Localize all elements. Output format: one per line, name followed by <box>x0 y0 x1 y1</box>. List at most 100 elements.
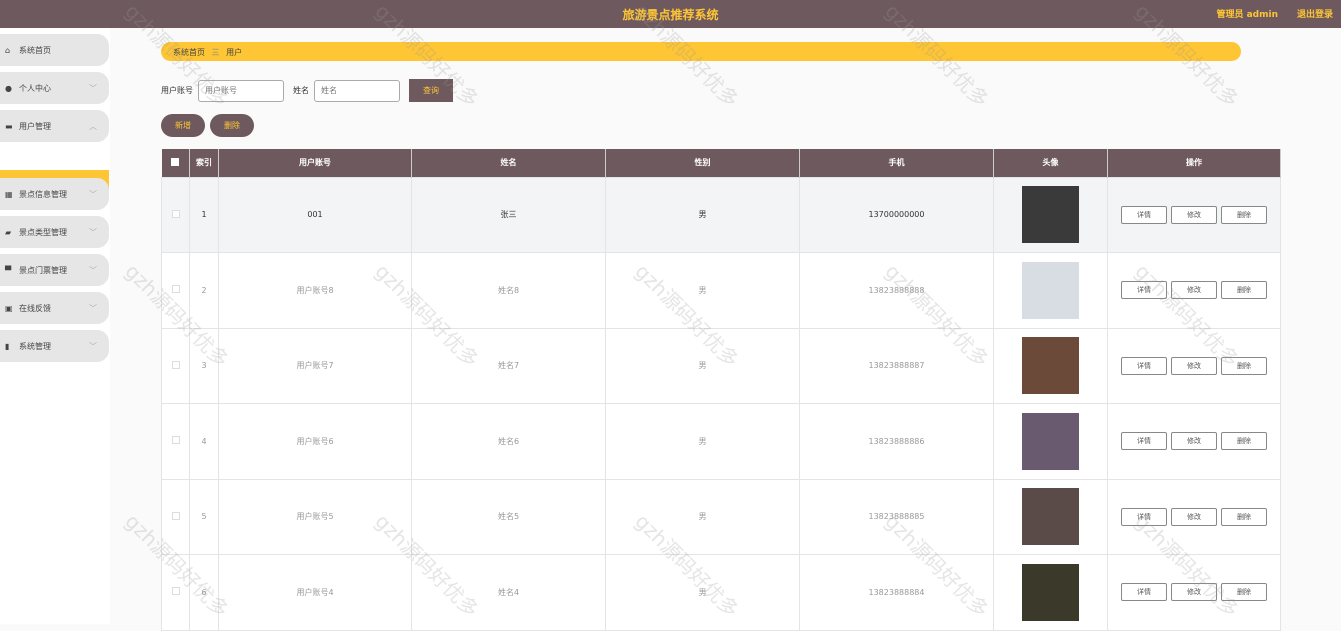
row-checkbox[interactable] <box>161 403 190 480</box>
ticket-icon: ▀ <box>5 265 12 275</box>
edit-button[interactable]: 修改 <box>1171 507 1217 526</box>
avatar[interactable] <box>1022 337 1079 395</box>
detail-button[interactable]: 详情 <box>1121 507 1167 526</box>
sidebar-item-5[interactable]: ▀ 景点门票管理 ﹀ <box>0 254 109 286</box>
cell-actions: 详情 修改 删除 <box>1107 554 1281 631</box>
cell-gender: 男 <box>605 554 800 631</box>
edit-button[interactable]: 修改 <box>1171 205 1217 224</box>
delete-button[interactable]: 删除 <box>1221 583 1267 602</box>
cell-index: 5 <box>189 478 219 555</box>
app-title: 旅游景点推荐系统 <box>622 8 719 22</box>
sidebar-item-3[interactable]: ▦ 景点信息管理 ﹀ <box>0 178 109 210</box>
breadcrumb-separator: 三 <box>211 48 220 57</box>
cell-gender: 男 <box>605 403 800 480</box>
edit-button[interactable]: 修改 <box>1171 432 1217 451</box>
avatar[interactable] <box>1022 412 1079 470</box>
cell-gender: 男 <box>605 327 800 404</box>
detail-button[interactable]: 详情 <box>1121 281 1167 300</box>
row-checkbox[interactable] <box>161 554 190 631</box>
detail-button[interactable]: 详情 <box>1121 205 1167 224</box>
delete-button[interactable]: 删除 <box>1221 507 1267 526</box>
chevron-icon: ﹀ <box>89 265 97 275</box>
sidebar-item-7[interactable]: ▮ 系统管理 ﹀ <box>0 330 109 362</box>
row-checkbox[interactable] <box>161 327 190 404</box>
add-button[interactable]: 新增 <box>161 114 205 137</box>
users-table: 索引 用户账号 姓名 性别 手机 头像 操作 1 001 张三 男 137000… <box>161 149 1281 631</box>
avatar[interactable] <box>1022 186 1079 244</box>
cell-index: 6 <box>189 554 219 631</box>
row-checkbox[interactable] <box>161 252 190 329</box>
cell-phone: 13823888885 <box>799 478 994 555</box>
delete-button[interactable]: 删除 <box>1221 205 1267 224</box>
cell-account: 用户账号8 <box>218 252 412 329</box>
sidebar-item-2[interactable]: ▬ 用户管理 ︿ <box>0 110 109 142</box>
sidebar-item-label: 用户管理 <box>19 121 51 131</box>
current-user: 管理员 admin <box>1216 10 1278 20</box>
cell-phone: 13823888888 <box>799 252 994 329</box>
delete-button[interactable]: 删除 <box>1221 281 1267 300</box>
breadcrumb-current: 用户 <box>226 48 243 57</box>
avatar[interactable] <box>1022 563 1079 621</box>
col-phone: 手机 <box>799 149 994 177</box>
sidebar-item-0[interactable]: ⌂ 系统首页 <box>0 34 109 66</box>
delete-button[interactable]: 删除 <box>1221 432 1267 451</box>
row-checkbox[interactable] <box>161 478 190 555</box>
detail-button[interactable]: 详情 <box>1121 583 1167 602</box>
chevron-icon: ﹀ <box>89 227 97 237</box>
user-icon: ● <box>5 83 12 93</box>
breadcrumb-home[interactable]: 系统首页 <box>173 48 205 57</box>
batch-delete-button[interactable]: 删除 <box>210 114 254 137</box>
cell-name: 姓名5 <box>411 478 606 555</box>
name-label: 姓名 <box>293 86 309 95</box>
grid-icon: ▦ <box>5 189 13 199</box>
cell-phone: 13823888886 <box>799 403 994 480</box>
col-gender: 性别 <box>605 149 800 177</box>
cell-actions: 详情 修改 删除 <box>1107 252 1281 329</box>
users-icon: ▬ <box>5 121 13 131</box>
sidebar-item-label: 在线反馈 <box>19 303 51 313</box>
select-all-checkbox[interactable] <box>161 149 190 177</box>
sidebar-item-4[interactable]: ▰ 景点类型管理 ﹀ <box>0 216 109 248</box>
row-checkbox[interactable] <box>161 176 190 253</box>
cell-index: 1 <box>189 176 219 253</box>
table-row: 4 用户账号6 姓名6 男 13823888886 详情 修改 删除 <box>161 403 1281 480</box>
table-row: 2 用户账号8 姓名8 男 13823888888 详情 修改 删除 <box>161 252 1281 329</box>
col-account: 用户账号 <box>218 149 412 177</box>
avatar[interactable] <box>1022 488 1079 546</box>
sidebar-item-6[interactable]: ▣ 在线反馈 ﹀ <box>0 292 109 324</box>
cell-account: 用户账号5 <box>218 478 412 555</box>
cell-name: 姓名4 <box>411 554 606 631</box>
briefcase-icon: ▰ <box>5 227 12 237</box>
table-row: 3 用户账号7 姓名7 男 13823888887 详情 修改 删除 <box>161 327 1281 404</box>
cell-index: 4 <box>189 403 219 480</box>
sidebar-item-label: 景点门票管理 <box>19 265 67 275</box>
logout-link[interactable]: 退出登录 <box>1297 7 1333 20</box>
cell-avatar <box>993 478 1108 555</box>
table-row: 5 用户账号5 姓名5 男 13823888885 详情 修改 删除 <box>161 478 1281 555</box>
edit-button[interactable]: 修改 <box>1171 356 1217 375</box>
name-search-input[interactable] <box>314 79 400 102</box>
home-icon: ⌂ <box>5 45 11 55</box>
query-button[interactable]: 查询 <box>409 79 453 102</box>
avatar[interactable] <box>1022 261 1079 319</box>
cell-avatar <box>993 554 1108 631</box>
account-search-input[interactable] <box>198 79 284 102</box>
col-index: 索引 <box>189 149 219 177</box>
chevron-icon: ﹀ <box>89 303 97 313</box>
chevron-icon: ﹀ <box>89 83 97 93</box>
cell-avatar <box>993 327 1108 404</box>
chevron-icon: ﹀ <box>89 189 97 199</box>
delete-button[interactable]: 删除 <box>1221 356 1267 375</box>
col-actions: 操作 <box>1107 149 1281 177</box>
sidebar-item-1[interactable]: ● 个人中心 ﹀ <box>0 72 109 104</box>
edit-button[interactable]: 修改 <box>1171 281 1217 300</box>
cell-name: 姓名6 <box>411 403 606 480</box>
cell-phone: 13823888884 <box>799 554 994 631</box>
clipboard-icon: ▣ <box>5 303 13 313</box>
sidebar-item-label: 景点类型管理 <box>19 227 67 237</box>
detail-button[interactable]: 详情 <box>1121 432 1167 451</box>
detail-button[interactable]: 详情 <box>1121 356 1167 375</box>
chevron-icon: ︿ <box>89 121 97 131</box>
cell-avatar <box>993 252 1108 329</box>
edit-button[interactable]: 修改 <box>1171 583 1217 602</box>
